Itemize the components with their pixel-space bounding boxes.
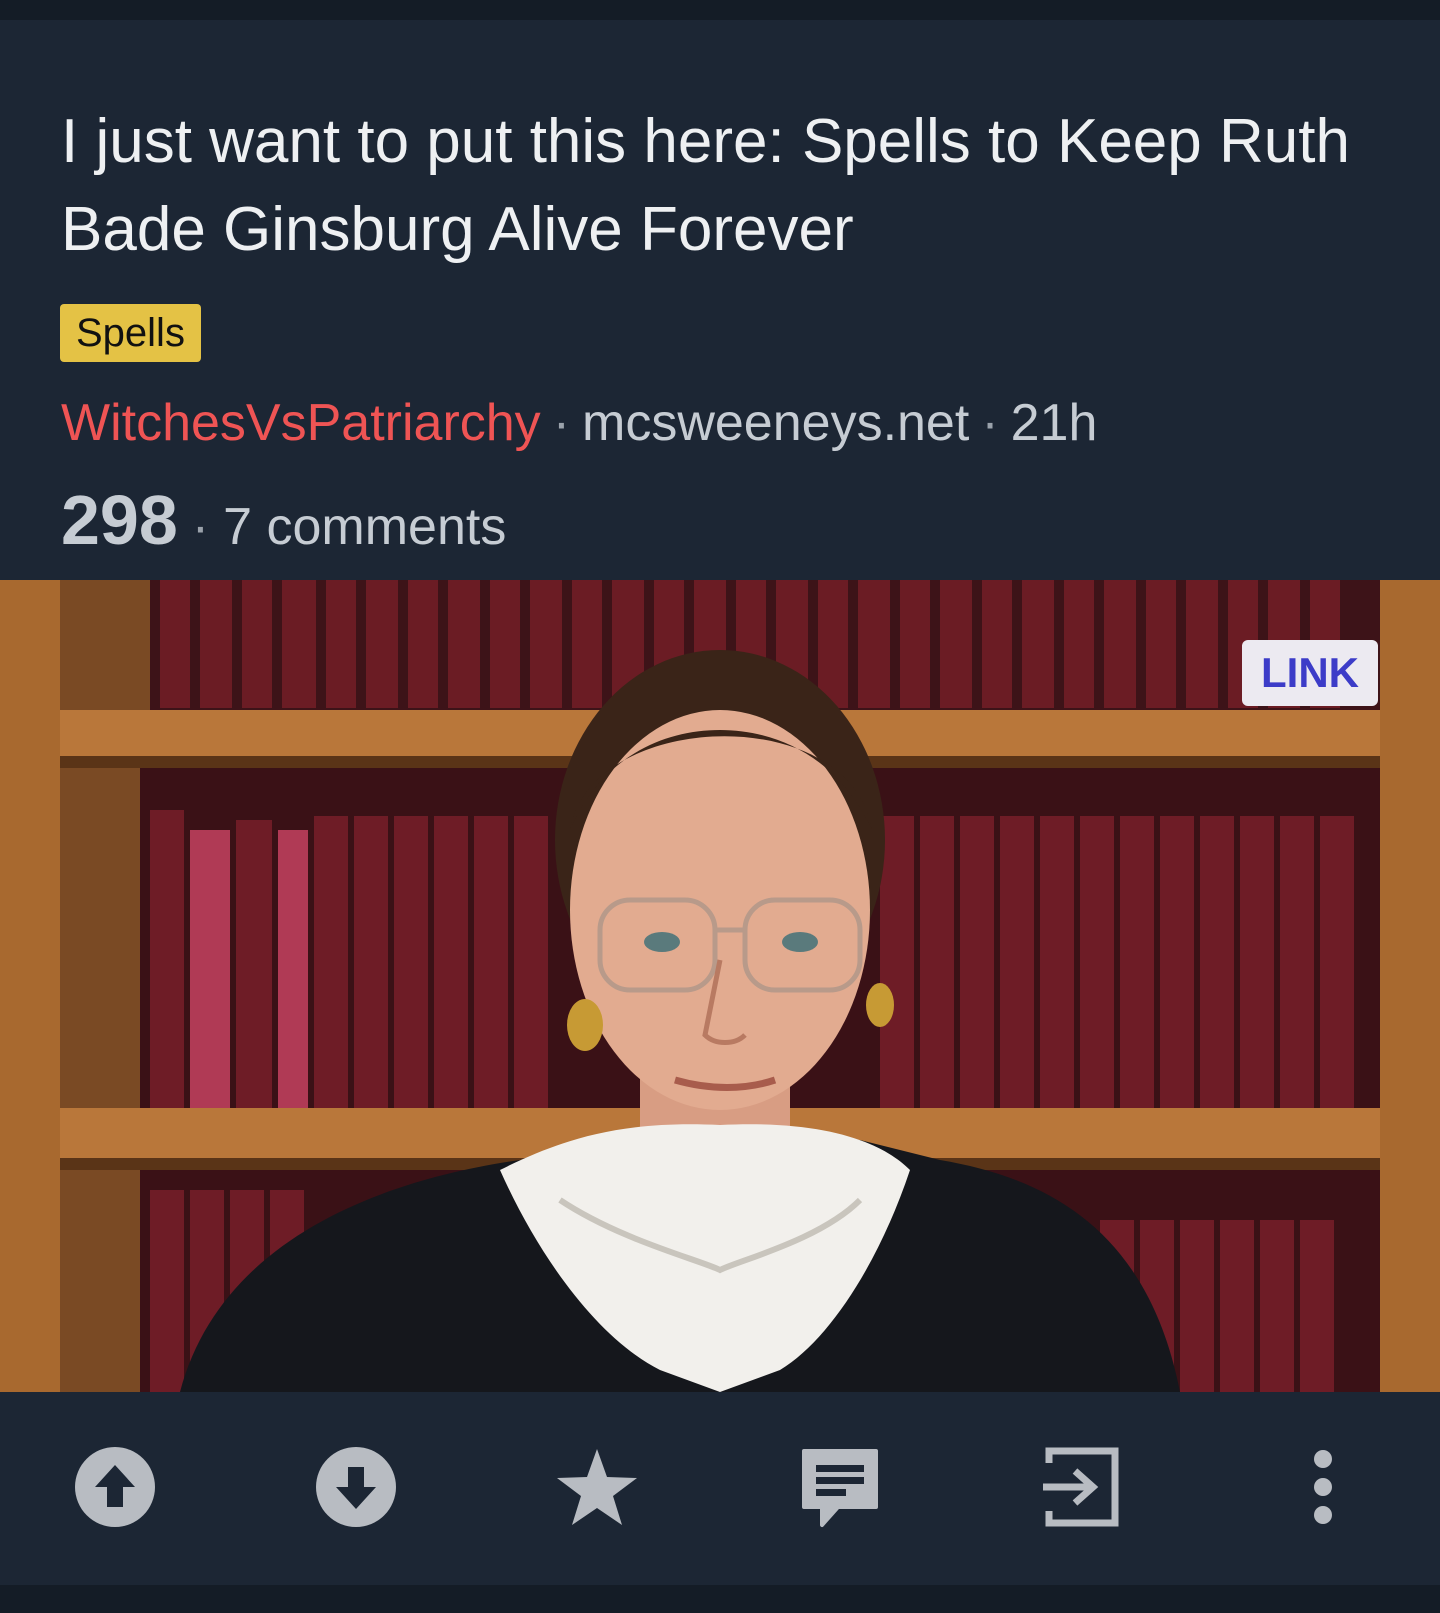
arrow-down-circle-icon — [316, 1447, 396, 1527]
arrow-up-circle-icon — [75, 1447, 155, 1527]
open-link-button[interactable] — [1026, 1432, 1136, 1542]
post-thumbnail[interactable] — [0, 580, 1440, 1392]
subreddit-link[interactable]: WitchesVsPatriarchy — [61, 394, 541, 452]
list-divider — [0, 1585, 1440, 1613]
post-title[interactable]: I just want to put this here: Spells to … — [61, 98, 1391, 274]
save-button[interactable] — [542, 1432, 652, 1542]
post-actions-bar — [0, 1392, 1440, 1585]
more-options-button[interactable] — [1268, 1432, 1378, 1542]
post-stats: 298 · 7 comments — [61, 480, 506, 560]
more-vertical-icon — [1314, 1450, 1332, 1524]
comments-button[interactable] — [785, 1432, 895, 1542]
comment-icon — [802, 1449, 878, 1527]
post-score: 298 — [61, 481, 178, 559]
upvote-button[interactable] — [60, 1432, 170, 1542]
downvote-button[interactable] — [301, 1432, 411, 1542]
post-age: 21h — [1010, 394, 1098, 452]
comment-count[interactable]: 7 comments — [223, 498, 506, 556]
meta-separator: · — [981, 394, 999, 452]
post-flair[interactable]: Spells — [60, 304, 201, 362]
post-meta: WitchesVsPatriarchy · mcsweeneys.net · 21h — [61, 390, 1097, 456]
stats-separator: · — [191, 498, 210, 556]
post-domain[interactable]: mcsweeneys.net — [582, 394, 969, 452]
status-bar-edge — [0, 0, 1440, 20]
link-badge: LINK — [1242, 640, 1378, 706]
meta-separator: · — [552, 394, 571, 452]
thumbnail-image — [0, 580, 1440, 1392]
star-icon — [557, 1449, 637, 1525]
open-link-icon — [1043, 1447, 1119, 1527]
